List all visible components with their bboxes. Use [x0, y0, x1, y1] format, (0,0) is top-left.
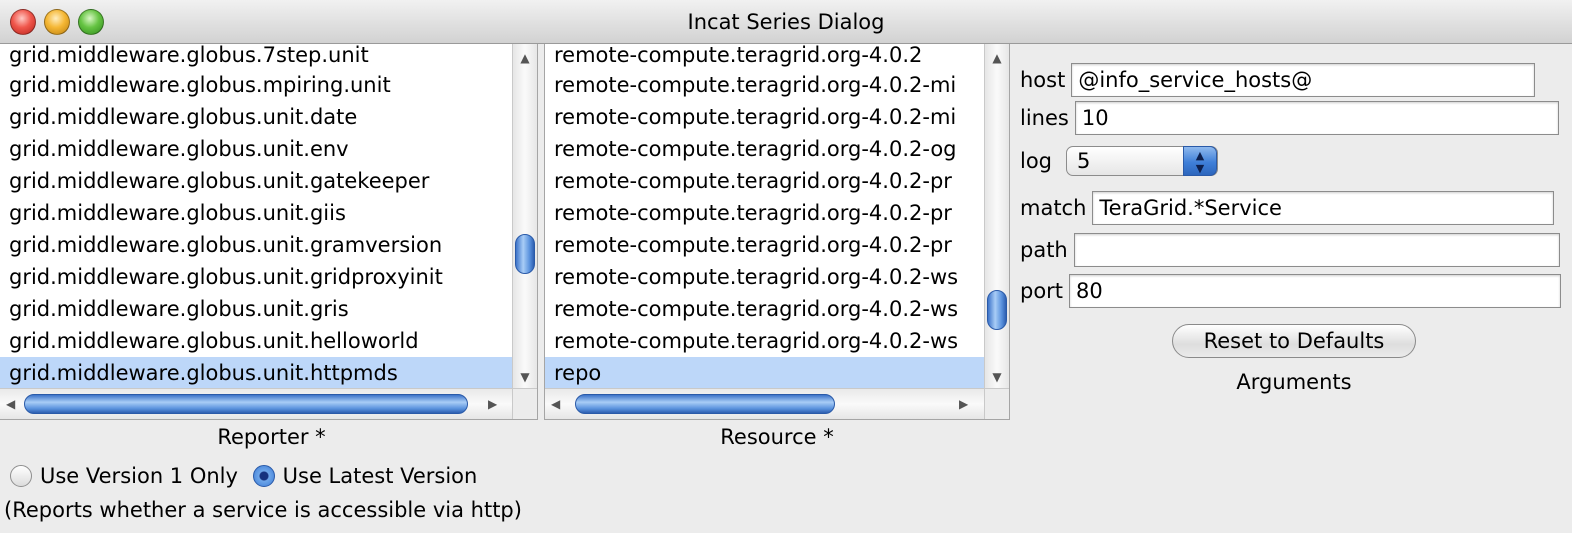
resource-rows: remote-compute.teragrid.org-4.0.2 remote-… [545, 44, 985, 389]
arg-row-match: match TeraGrid.*Service [1020, 189, 1555, 227]
scroll-thumb[interactable] [515, 234, 535, 274]
scroll-thumb[interactable] [987, 290, 1007, 330]
scroll-right-arrow-icon[interactable]: ▶ [959, 394, 968, 414]
reporter-list-item[interactable]: grid.middleware.globus.unit.env [0, 133, 513, 165]
resource-vertical-scrollbar[interactable]: ▲ ▼ [984, 44, 1009, 389]
arg-row-path: path [1020, 231, 1560, 269]
reporter-list[interactable]: grid.middleware.globus.7step.unit grid.mi… [0, 44, 538, 420]
match-label: match [1020, 196, 1087, 220]
reporter-list-item[interactable]: grid.middleware.globus.unit.gridproxyini… [0, 261, 513, 293]
host-label: host [1020, 68, 1066, 92]
version1-radio[interactable] [10, 465, 32, 487]
latest-version-label[interactable]: Use Latest Version [283, 464, 478, 488]
port-label: port [1020, 279, 1064, 303]
arg-row-port: port 80 [1020, 272, 1562, 310]
lines-label: lines [1020, 106, 1069, 130]
scroll-corner [984, 388, 1009, 419]
scroll-corner [512, 388, 537, 419]
reporter-caption: Reporter * [217, 425, 326, 449]
host-input[interactable]: @info_service_hosts@ [1071, 63, 1536, 97]
reporter-vertical-scrollbar[interactable]: ▲ ▼ [512, 44, 537, 389]
match-input[interactable]: TeraGrid.*Service [1092, 191, 1555, 225]
resource-list-item[interactable]: remote-compute.teragrid.org-4.0.2-pr [545, 229, 985, 261]
resource-list-item[interactable]: repo [545, 357, 985, 389]
arg-row-lines: lines 10 [1020, 99, 1559, 137]
arg-row-host: host @info_service_hosts@ [1020, 61, 1536, 99]
scroll-down-arrow-icon[interactable]: ▼ [985, 367, 1009, 387]
port-input[interactable]: 80 [1069, 274, 1562, 308]
resource-list-item[interactable]: remote-compute.teragrid.org-4.0.2-pr [545, 197, 985, 229]
minimize-window-icon[interactable] [44, 9, 70, 35]
reporter-list-item[interactable]: grid.middleware.globus.unit.gatekeeper [0, 165, 513, 197]
reporter-rows: grid.middleware.globus.7step.unit grid.mi… [0, 44, 513, 389]
reporter-list-item[interactable]: grid.middleware.globus.unit.gramversion [0, 229, 513, 261]
scroll-up-arrow-icon[interactable]: ▲ [513, 48, 537, 68]
arg-row-log: log 5 ▲ ▼ [1020, 142, 1219, 180]
close-window-icon[interactable] [10, 9, 36, 35]
scroll-left-arrow-icon[interactable]: ◀ [551, 394, 560, 414]
title-bar: Incat Series Dialog [0, 0, 1572, 44]
resource-caption: Resource * [720, 425, 834, 449]
latest-version-radio[interactable] [252, 465, 275, 487]
scroll-left-arrow-icon[interactable]: ◀ [6, 394, 15, 414]
zoom-window-icon[interactable] [78, 9, 104, 35]
reporter-list-item[interactable]: grid.middleware.globus.7step.unit [0, 44, 513, 69]
lines-input[interactable]: 10 [1074, 101, 1559, 135]
reporter-list-item[interactable]: grid.middleware.globus.unit.date [0, 101, 513, 133]
reporter-list-item[interactable]: grid.middleware.globus.mpiring.unit [0, 69, 513, 101]
resource-list-item[interactable]: remote-compute.teragrid.org-4.0.2 [545, 44, 985, 69]
resource-list[interactable]: remote-compute.teragrid.org-4.0.2 remote-… [544, 44, 1010, 420]
path-input[interactable] [1073, 233, 1560, 267]
scroll-right-arrow-icon[interactable]: ▶ [488, 394, 497, 414]
log-select-value: 5 [1077, 149, 1091, 173]
reporter-description: (Reports whether a service is accessible… [4, 498, 522, 522]
reset-to-defaults-button[interactable]: Reset to Defaults [1172, 324, 1416, 358]
reporter-list-item[interactable]: grid.middleware.globus.unit.gris [0, 293, 513, 325]
reporter-list-item[interactable]: grid.middleware.globus.unit.giis [0, 197, 513, 229]
window-title: Incat Series Dialog [687, 10, 885, 34]
path-label: path [1020, 238, 1068, 262]
version-radio-group: Use Version 1 Only Use Latest Version [10, 460, 485, 492]
resource-list-item[interactable]: remote-compute.teragrid.org-4.0.2-ws [545, 261, 985, 293]
resource-list-item[interactable]: remote-compute.teragrid.org-4.0.2-ws [545, 325, 985, 357]
resource-list-item[interactable]: remote-compute.teragrid.org-4.0.2-og [545, 133, 985, 165]
scroll-thumb[interactable] [24, 394, 468, 414]
scroll-thumb[interactable] [575, 394, 835, 414]
resource-horizontal-scrollbar[interactable]: ◀ ▶ [545, 388, 985, 419]
resource-list-item[interactable]: remote-compute.teragrid.org-4.0.2-ws [545, 293, 985, 325]
resource-list-item[interactable]: remote-compute.teragrid.org-4.0.2-pr [545, 165, 985, 197]
resource-list-item[interactable]: remote-compute.teragrid.org-4.0.2-mi [545, 101, 985, 133]
log-label: log [1020, 149, 1053, 173]
resource-list-item[interactable]: remote-compute.teragrid.org-4.0.2-mi [545, 69, 985, 101]
scroll-up-arrow-icon[interactable]: ▲ [985, 48, 1009, 68]
updown-stepper-icon[interactable]: ▲ ▼ [1183, 146, 1218, 176]
log-select[interactable]: 5 ▲ ▼ [1066, 146, 1219, 176]
arguments-caption: Arguments [1236, 370, 1352, 394]
reporter-list-item[interactable]: grid.middleware.globus.unit.httpmds [0, 357, 513, 389]
version1-label[interactable]: Use Version 1 Only [40, 464, 238, 488]
scroll-down-arrow-icon[interactable]: ▼ [513, 367, 537, 387]
reporter-list-item[interactable]: grid.middleware.globus.unit.helloworld [0, 325, 513, 357]
reporter-horizontal-scrollbar[interactable]: ◀ ▶ [0, 388, 513, 419]
